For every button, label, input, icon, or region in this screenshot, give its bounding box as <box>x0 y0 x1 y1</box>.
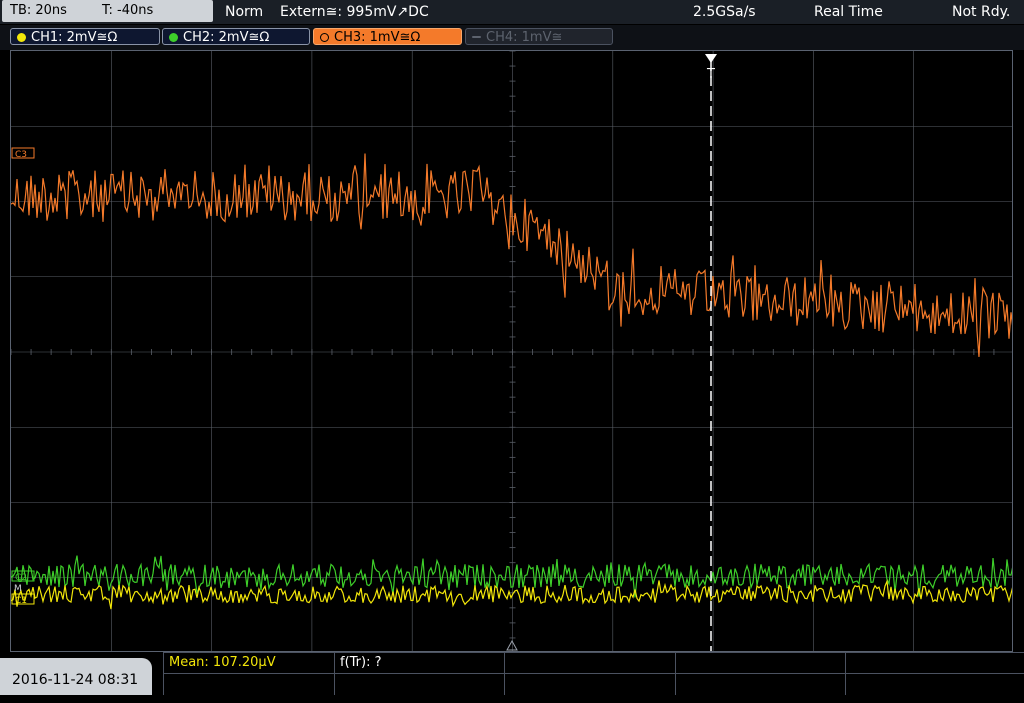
channel-tab-ch3[interactable]: CH3: 1mV≅Ω <box>313 28 462 45</box>
datetime-tab: 2016-11-24 08:31 <box>0 658 152 695</box>
measurement-panel: Mean: 107.20µV f(Tr): ? <box>163 652 1024 695</box>
waveform-display[interactable]: T C3 C2 M C1 <box>10 50 1013 652</box>
trigger-arrow-icon[interactable] <box>705 54 717 63</box>
ch1-marker-label: C1 <box>15 596 27 606</box>
timebase-label: TB: 20ns <box>10 3 67 18</box>
channel-tab-ch1[interactable]: CH1: 2mV≅Ω <box>10 28 160 45</box>
datetime-label: 2016-11-24 08:31 <box>12 672 139 688</box>
ch4-dash-icon <box>472 36 481 38</box>
reference-marker-label: M <box>14 584 22 594</box>
ch3-level-marker[interactable]: C3 <box>11 147 35 160</box>
sample-rate-label: 2.5GSa/s <box>693 4 756 20</box>
trigger-offset-label: T: -40ns <box>102 3 154 18</box>
measurement-row <box>163 673 1024 694</box>
mean-measurement[interactable]: Mean: 107.20µV <box>169 653 276 673</box>
channel-tab-label: CH3: 1mV≅Ω <box>334 30 421 45</box>
channel-tab-label: CH2: 2mV≅Ω <box>183 30 270 45</box>
measurement-divider <box>504 652 505 695</box>
ready-state-label: Not Rdy. <box>952 4 1011 20</box>
trigger-marker-label: T <box>706 67 715 82</box>
bottom-bar: 2016-11-24 08:31 Mean: 107.20µV f(Tr): ? <box>0 652 1024 695</box>
channel-tab-ch2[interactable]: CH2: 2mV≅Ω <box>162 28 310 45</box>
ch2-level-marker[interactable]: C2 <box>11 570 35 583</box>
ch2-marker-label: C2 <box>15 573 27 583</box>
timebase-box[interactable]: TB: 20ns T: -40ns <box>2 0 213 22</box>
ch2-dot-icon <box>169 33 178 42</box>
ch3-dot-icon <box>320 33 329 42</box>
channel-tab-ch4[interactable]: CH4: 1mV≅ <box>465 28 613 45</box>
ch1-dot-icon <box>17 33 26 42</box>
ch3-waveform <box>11 153 1012 357</box>
measurement-divider <box>675 652 676 695</box>
measurement-row <box>163 652 1024 673</box>
measurement-divider <box>334 652 335 695</box>
channel-tab-label: CH1: 2mV≅Ω <box>31 30 118 45</box>
channel-bar: CH1: 2mV≅Ω CH2: 2mV≅Ω CH3: 1mV≅Ω CH4: 1m… <box>0 25 1024 50</box>
trigger-mode-label[interactable]: Norm <box>225 0 263 24</box>
horizontal-position-icon <box>506 639 518 651</box>
measurement-divider <box>845 652 846 695</box>
ch1-waveform <box>11 578 1012 610</box>
trigger-source-label[interactable]: Extern≅: 995mV↗DC <box>280 0 429 24</box>
status-bar: TB: 20ns T: -40ns Norm Extern≅: 995mV↗DC… <box>0 0 1024 24</box>
measurement-divider <box>163 652 164 695</box>
rise-frequency-measurement[interactable]: f(Tr): ? <box>340 653 382 673</box>
reference-marker: M <box>14 584 22 594</box>
waveform-svg: T C3 C2 M C1 <box>11 51 1012 651</box>
channel-tab-label: CH4: 1mV≅ <box>486 30 563 45</box>
ch3-marker-label: C3 <box>15 150 27 160</box>
acquisition-mode-label: Real Time <box>814 4 883 20</box>
